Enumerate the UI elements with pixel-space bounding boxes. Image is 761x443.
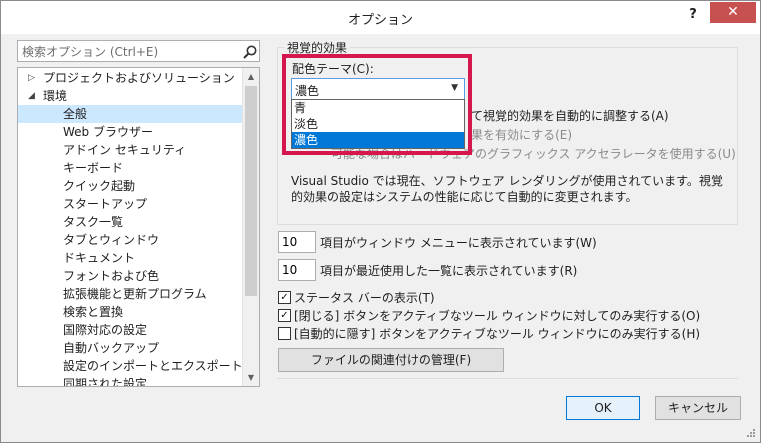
dialog-title: オプション [347,13,413,28]
tree-item-label: 設定のインポートとエクスポート [63,359,243,373]
close-button[interactable]: ✕ [710,2,756,23]
separator [277,378,738,379]
title-bar: オプション ? ✕ [1,1,760,34]
tree-item-general[interactable]: 全般 [18,105,242,123]
rendering-description: Visual Studio では現在、ソフトウェア レンダリングが使用されていま… [291,174,723,204]
tree-item-label: 同期された設定 [63,377,148,387]
tree-item-quick-launch[interactable]: クイック起動 [18,177,242,195]
tree-scrollbar[interactable]: ▲ ▼ [242,68,259,386]
highlight-annotation [282,54,472,155]
close-icon: ✕ [727,4,739,20]
tree-item-environment[interactable]: ◢ 環境 [18,87,242,105]
tree-item-label: ドキュメント [63,251,136,265]
close-button-checkbox[interactable]: ✓ [278,309,291,322]
tree-item-tabs-windows[interactable]: タブとウィンドウ [18,231,242,249]
mru-count-input[interactable] [278,259,316,281]
tree-item-label: 国際対応の設定 [63,323,148,337]
tree-item-label: クイック起動 [63,179,136,193]
file-associations-button[interactable]: ファイルの関連付けの管理(F) [278,348,504,372]
tree-item-international[interactable]: 国際対応の設定 [18,321,242,339]
tree-item-task-list[interactable]: タスク一覧 [18,213,242,231]
resize-grip-icon[interactable] [746,428,756,438]
expand-arrow-icon[interactable]: ▷ [28,69,35,87]
window-menu-count-label: 項目がウィンドウ メニューに表示されています(W) [320,236,597,250]
tree-item-label: タスク一覧 [63,215,124,229]
mru-count-label: 項目が最近使用した一覧に表示されています(R) [320,264,578,278]
tree-item-startup[interactable]: スタートアップ [18,195,242,213]
tree-item-keyboard[interactable]: キーボード [18,159,242,177]
options-tree[interactable]: ▷ プロジェクトおよびソリューション ◢ 環境 全般 Web ブラウザー アドイ… [17,67,260,387]
tree-item-label: 環境 [43,89,68,103]
tree-item-autorecover[interactable]: 自動バックアップ [18,339,242,357]
tree-item-fonts-colors[interactable]: フォントおよび色 [18,267,242,285]
tree-item-projects[interactable]: ▷ プロジェクトおよびソリューション [18,69,242,87]
tree-item-label: フォントおよび色 [63,269,160,283]
tree-item-synced-settings[interactable]: 同期された設定 [18,375,242,387]
tree-item-find-replace[interactable]: 検索と置換 [18,303,242,321]
tree-item-label: 全般 [63,107,88,121]
tree-item-documents[interactable]: ドキュメント [18,249,242,267]
tree-item-label: アドイン セキュリティ [63,143,187,157]
ok-button[interactable]: OK [566,396,640,420]
status-bar-checkbox[interactable]: ✓ [278,291,291,304]
tree-item-addin-security[interactable]: アドイン セキュリティ [18,141,242,159]
scroll-thumb[interactable] [245,86,257,296]
tree-item-label: プロジェクトおよびソリューション [43,71,235,85]
autohide-label[interactable]: [自動的に隠す] ボタンをアクティブなツール ウィンドウにのみ実行する(H) [294,325,700,342]
tree-item-label: 検索と置換 [63,305,124,319]
autohide-checkbox[interactable] [278,327,291,340]
search-box[interactable] [17,40,260,62]
tree-item-label: Web ブラウザー [63,125,153,139]
tree-item-label: タブとウィンドウ [63,233,160,247]
search-input[interactable] [22,44,227,59]
cancel-button[interactable]: キャンセル [655,396,741,420]
close-button-label[interactable]: [閉じる] ボタンをアクティブなツール ウィンドウに対してのみ実行する(O) [294,307,700,324]
options-dialog: オプション ? ✕ ▷ プロジェクトおよびソリューション ◢ 環境 全般 Web… [0,0,761,443]
tree-item-label: 自動バックアップ [63,341,160,355]
rich-client-label[interactable]: 果を有効にする(E) [471,126,572,143]
tree-item-import-export[interactable]: 設定のインポートとエクスポート [18,357,243,375]
tree-item-label: スタートアップ [63,197,148,211]
tree-item-web-browser[interactable]: Web ブラウザー [18,123,242,141]
tree-item-extensions[interactable]: 拡張機能と更新プログラム [18,285,242,303]
collapse-arrow-icon[interactable]: ◢ [28,87,35,105]
help-button[interactable]: ? [683,7,703,27]
auto-adjust-label[interactable]: て視覚的効果を自動的に調整する(A) [471,107,669,124]
window-menu-count-input[interactable] [278,231,316,253]
tree-item-label: 拡張機能と更新プログラム [63,287,207,301]
scroll-down-icon[interactable]: ▼ [243,369,259,386]
search-icon[interactable] [242,44,258,60]
scroll-up-icon[interactable]: ▲ [243,68,259,85]
tree-item-label: キーボード [63,161,124,175]
status-bar-label[interactable]: ステータス バーの表示(T) [294,289,435,306]
